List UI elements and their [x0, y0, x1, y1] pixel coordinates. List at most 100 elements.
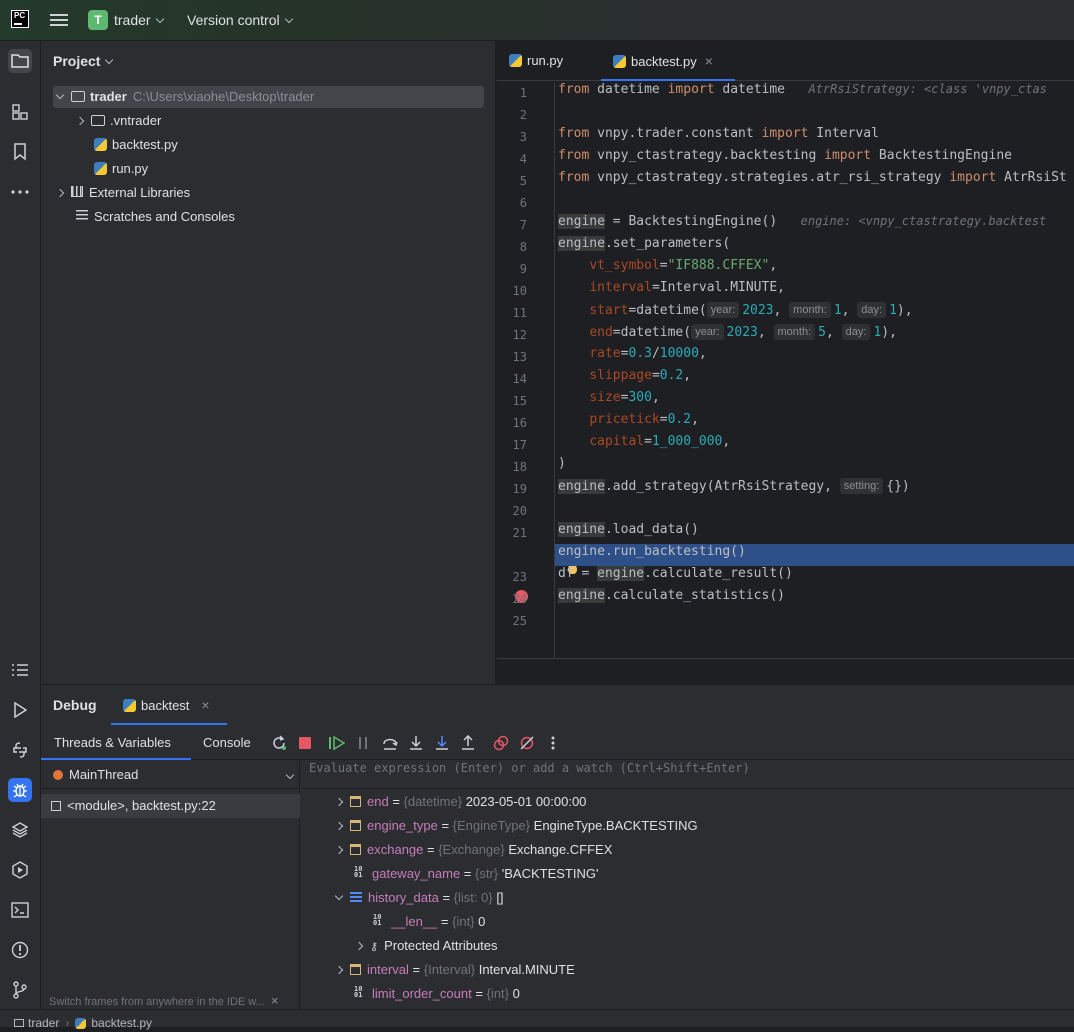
frame-hint: Switch frames from anywhere in the IDE w…	[49, 993, 279, 1008]
variable-row[interactable]: exchange = {Exchange} Exchange.CFFEX	[334, 838, 612, 862]
variable-row[interactable]: engine_type = {EngineType} EngineType.BA…	[334, 814, 698, 838]
bookmarks-tool-icon[interactable]	[8, 140, 32, 164]
project-badge[interactable]: T	[88, 10, 108, 30]
variable-row[interactable]: history_data = {list: 0} []	[334, 886, 504, 910]
tree-item-backtest-py[interactable]: backtest.py	[94, 134, 178, 156]
expand-arrow-icon[interactable]	[55, 90, 65, 100]
pause-icon[interactable]	[354, 734, 372, 752]
step-into-my-code-icon[interactable]	[433, 734, 451, 752]
variable-row[interactable]: 10 01 __len__ = {int} 0	[373, 910, 485, 934]
line-number: 13	[512, 350, 527, 364]
root-folder-path: C:\Users\xiaohe\Desktop\trader	[132, 89, 315, 104]
var-type: {EngineType}	[452, 818, 531, 833]
debug-toolbar: Threads & Variables Console	[41, 726, 1074, 760]
code-line: vt_symbol="IF888.CFFEX",	[589, 258, 778, 273]
more-tools-icon[interactable]	[8, 180, 32, 204]
resume-icon[interactable]	[328, 734, 346, 752]
field-icon	[350, 796, 361, 807]
tab-backtest-py[interactable]: backtest.py ×	[601, 41, 735, 81]
expand-arrow-icon[interactable]	[334, 891, 344, 901]
tab-threads-variables[interactable]: Threads & Variables	[41, 726, 191, 760]
evaluate-expression-input[interactable]: Evaluate expression (Enter) or add a wat…	[301, 761, 1074, 789]
git-tool-icon[interactable]	[8, 978, 32, 1002]
run-tool-icon[interactable]	[8, 698, 32, 722]
expand-arrow-icon[interactable]	[334, 845, 344, 855]
mute-breakpoints-icon[interactable]	[518, 734, 536, 752]
breadcrumb-item[interactable]: trader	[28, 1016, 59, 1030]
structure-tool-icon[interactable]	[8, 100, 32, 124]
variable-row-protected[interactable]: ⚷ Protected Attributes	[354, 934, 498, 958]
pycharm-logo-icon[interactable]: PC	[11, 10, 29, 28]
expand-arrow-icon[interactable]	[354, 941, 364, 951]
variable-row[interactable]: 10 01 gateway_name = {str} 'BACKTESTING'	[354, 862, 598, 886]
python-console-icon[interactable]	[8, 738, 32, 762]
var-type: {Exchange}	[438, 842, 505, 857]
chevron-down-icon	[155, 14, 164, 24]
tree-item-vntrader[interactable]: .vntrader	[75, 110, 161, 132]
thread-selector[interactable]: MainThread	[41, 761, 300, 789]
tree-item-external-libraries[interactable]: External Libraries	[55, 182, 190, 204]
tab-console[interactable]: Console	[203, 726, 263, 760]
line-number: 7	[519, 218, 527, 232]
vcs-menu[interactable]: Version control	[187, 12, 293, 28]
scratches-icon	[76, 210, 88, 221]
breadcrumb-item[interactable]: backtest.py	[91, 1016, 152, 1030]
tab-debug-session[interactable]: backtest ×	[111, 685, 227, 725]
project-switcher[interactable]: trader	[114, 12, 164, 28]
todo-tool-icon[interactable]	[8, 658, 32, 682]
code-line: slippage=0.2,	[589, 368, 692, 383]
main-menu-icon[interactable]	[50, 12, 68, 28]
tree-item-scratches[interactable]: Scratches and Consoles	[76, 206, 235, 228]
rerun-icon[interactable]	[270, 734, 288, 752]
inline-debug-value: AtrRsiStrategy: <class 'vnpy_ctas	[808, 82, 1047, 96]
services-tool-icon[interactable]	[8, 858, 32, 882]
stack-frame[interactable]: <module>, backtest.py:22	[41, 794, 300, 818]
collapse-arrow-icon[interactable]	[55, 188, 65, 198]
subtab-label: Console	[203, 735, 251, 750]
terminal-tool-icon[interactable]	[8, 898, 32, 922]
line-gutter[interactable]: 1 2 3 4 5 6 7 8 9 10 11 12 13 14 15 16 1…	[497, 82, 555, 658]
code-line: engine.load_data()	[558, 522, 699, 537]
var-type: {Interval}	[423, 962, 476, 977]
debug-tool-icon[interactable]	[8, 778, 32, 802]
session-tab-label: backtest	[141, 698, 190, 713]
variable-row[interactable]: 10 01 limit_order_count = {int} 0	[354, 982, 520, 1006]
var-value: 0	[512, 986, 520, 1001]
tree-item-run-py[interactable]: run.py	[94, 158, 148, 180]
code-line: df = engine.calculate_result()	[558, 566, 793, 581]
expand-arrow-icon[interactable]	[334, 797, 344, 807]
vcs-label: Version control	[187, 12, 280, 28]
close-icon[interactable]: ×	[705, 53, 713, 69]
collapse-arrow-icon[interactable]	[75, 116, 85, 126]
step-into-icon[interactable]	[407, 734, 425, 752]
tree-root-trader[interactable]: trader C:\Users\xiaohe\Desktop\trader	[53, 86, 484, 108]
code-line: from vnpy_ctastrategy.backtesting import…	[558, 148, 1012, 163]
problems-tool-icon[interactable]	[8, 938, 32, 962]
library-icon	[71, 186, 83, 197]
line-number: 25	[512, 614, 527, 628]
var-value: 'BACKTESTING'	[501, 866, 599, 881]
stop-icon[interactable]	[296, 734, 314, 752]
more-options-icon[interactable]	[544, 734, 562, 752]
variable-row[interactable]: end = {datetime} 2023-05-01 00:00:00	[334, 790, 586, 814]
tab-run-py[interactable]: run.py	[497, 41, 597, 81]
code-line: rate=0.3/10000,	[589, 346, 707, 361]
step-over-icon[interactable]	[381, 734, 399, 752]
line-number: 18	[512, 460, 527, 474]
close-icon[interactable]: ×	[271, 993, 279, 1008]
expand-arrow-icon[interactable]	[334, 965, 344, 975]
project-tool-icon[interactable]	[8, 49, 32, 73]
breadcrumb[interactable]: trader › backtest.py	[14, 1014, 152, 1032]
var-value: []	[496, 890, 504, 905]
line-number: 15	[512, 394, 527, 408]
variable-row[interactable]: interval = {Interval} Interval.MINUTE	[334, 958, 575, 982]
var-value: 0	[478, 914, 486, 929]
close-icon[interactable]: ×	[201, 697, 209, 713]
layers-tool-icon[interactable]	[8, 818, 32, 842]
line-number: 2	[519, 108, 527, 122]
step-out-icon[interactable]	[459, 734, 477, 752]
project-panel-header[interactable]: Project	[53, 53, 114, 69]
view-breakpoints-icon[interactable]	[492, 734, 510, 752]
expand-arrow-icon[interactable]	[334, 821, 344, 831]
project-name: trader	[114, 12, 151, 28]
